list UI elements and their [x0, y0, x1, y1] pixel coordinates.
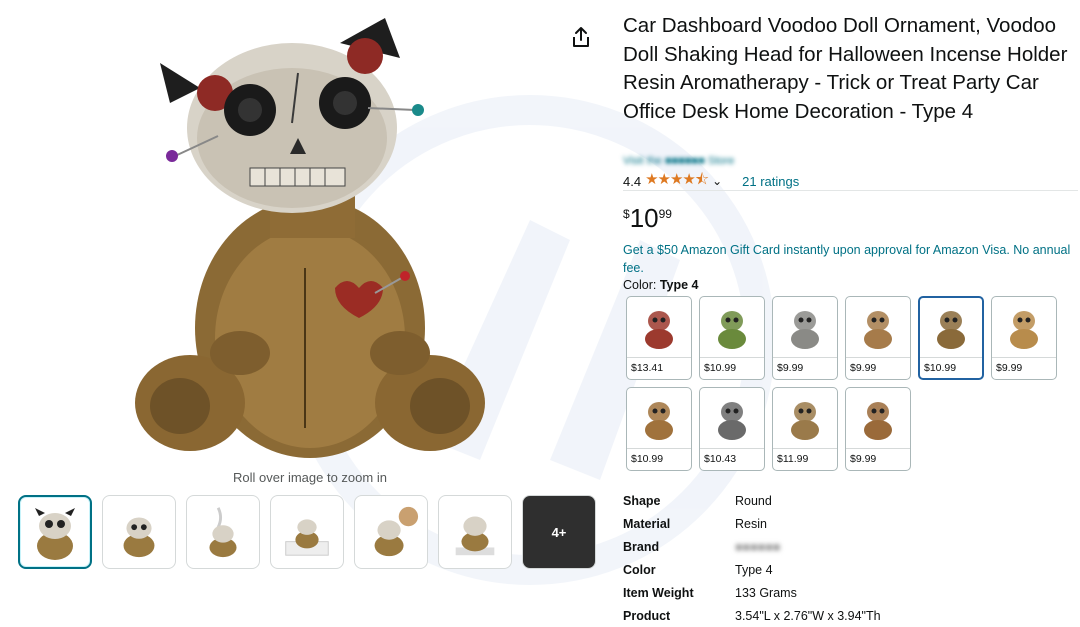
swatch-image — [773, 388, 837, 448]
swatch-image — [700, 297, 764, 357]
color-swatch-1[interactable]: $13.41 — [626, 296, 692, 380]
spec-row: Color Type 4 — [623, 558, 1043, 581]
spec-row: Item Weight 133 Grams — [623, 581, 1043, 604]
swatch-price: $9.99 — [992, 357, 1056, 379]
color-swatches: $13.41 $10.99 $9.99 $9.99 $10.99 $9.99 $10.99 $… — [626, 296, 1066, 471]
spec-value: Type 4 — [735, 562, 773, 577]
swatch-image — [920, 298, 982, 357]
rating-value: 4.4 — [623, 173, 642, 189]
color-label: Color: — [623, 278, 657, 292]
thumbnail-more-button[interactable]: 4+ — [522, 495, 596, 569]
share-icon[interactable] — [570, 26, 592, 48]
thumbnail-image — [374, 506, 419, 557]
chevron-down-icon[interactable]: ⌄ — [712, 174, 722, 188]
swatch-image — [773, 297, 837, 357]
spec-value: Resin — [735, 516, 767, 531]
swatch-image — [992, 297, 1056, 357]
spec-row: Brand ■■■■■■ — [623, 535, 1043, 558]
spec-key: Brand — [623, 539, 660, 554]
color-swatch-2[interactable]: $10.99 — [699, 296, 765, 380]
more-thumbnails-label: 4+ — [551, 524, 567, 540]
price-symbol: $ — [623, 207, 630, 221]
spec-row: Product 3.54"L x 2.76"W x 3.94"Th — [623, 604, 1043, 627]
divider — [623, 190, 1078, 191]
spec-key: Shape — [623, 493, 661, 508]
spec-key: Item Weight — [623, 585, 694, 600]
color-swatch-8[interactable]: $10.43 — [699, 387, 765, 471]
color-selection-label: Color: Type 4 — [623, 278, 699, 292]
spec-value: 3.54"L x 2.76"W x 3.94"Th — [735, 608, 881, 623]
color-value: Type 4 — [659, 278, 699, 292]
thumbnail-image — [35, 508, 75, 560]
color-swatch-4[interactable]: $9.99 — [845, 296, 911, 380]
thumbnail-1[interactable] — [18, 495, 92, 569]
thumbnail-4[interactable] — [270, 495, 344, 569]
swatch-price: $9.99 — [846, 448, 910, 470]
price-fraction: 99 — [658, 207, 672, 221]
color-swatch-5[interactable]: $10.99 — [918, 296, 984, 380]
thumbnail-image — [455, 516, 495, 556]
main-product-image[interactable] — [120, 8, 500, 463]
ratings-count-link[interactable]: 21 ratings — [742, 174, 799, 189]
thumbnail-3[interactable] — [186, 495, 260, 569]
gift-card-promo-link[interactable]: Get a $50 Amazon Gift Card instantly upo… — [623, 242, 1079, 277]
color-swatch-10[interactable]: $9.99 — [845, 387, 911, 471]
spec-value: 133 Grams — [735, 585, 797, 600]
spec-row: Shape Round — [623, 489, 1043, 512]
spec-row: Material Resin — [623, 512, 1043, 535]
swatch-image — [700, 388, 764, 448]
thumbnail-2[interactable] — [102, 495, 176, 569]
price: $ 10 99 — [623, 204, 672, 232]
price-whole: 10 — [629, 203, 659, 233]
spec-key: Material — [623, 516, 671, 531]
spec-value: ■■■■■■ — [735, 539, 781, 554]
color-swatch-9[interactable]: $11.99 — [772, 387, 838, 471]
swatch-price: $13.41 — [627, 357, 691, 379]
swatch-image — [627, 297, 691, 357]
swatch-price: $10.99 — [627, 448, 691, 470]
thumbnail-image — [209, 507, 237, 558]
rating-row: 4.4 ★★★★⯪ ⌄ 21 ratings — [623, 171, 799, 190]
swatch-price: $10.99 — [700, 357, 764, 379]
thumbnail-6[interactable] — [438, 495, 512, 569]
color-swatch-6[interactable]: $9.99 — [991, 296, 1057, 380]
swatch-image — [627, 388, 691, 448]
spec-value: Round — [735, 493, 772, 508]
swatch-price: $9.99 — [773, 357, 837, 379]
swatch-price: $10.43 — [700, 448, 764, 470]
swatch-price: $11.99 — [773, 448, 837, 470]
thumbnail-image — [123, 517, 155, 558]
swatch-price: $10.99 — [920, 356, 982, 378]
store-link[interactable]: Visit the ■■■■■■ Store — [623, 155, 734, 167]
thumbnail-image — [285, 519, 329, 556]
product-title: Car Dashboard Voodoo Doll Ornament, Vood… — [623, 14, 1068, 123]
color-swatch-3[interactable]: $9.99 — [772, 296, 838, 380]
thumbnail-strip: 4+ — [18, 495, 596, 569]
color-swatch-7[interactable]: $10.99 — [626, 387, 692, 471]
spec-key: Product — [623, 608, 671, 623]
swatch-image — [846, 297, 910, 357]
product-specs: Shape Round Material Resin Brand ■■■■■■ Color T… — [623, 489, 1043, 627]
thumbnail-5[interactable] — [354, 495, 428, 569]
spec-key: Color — [623, 562, 656, 577]
swatch-image — [846, 388, 910, 448]
zoom-hint: Roll over image to zoom in — [233, 470, 387, 485]
swatch-price: $9.99 — [846, 357, 910, 379]
